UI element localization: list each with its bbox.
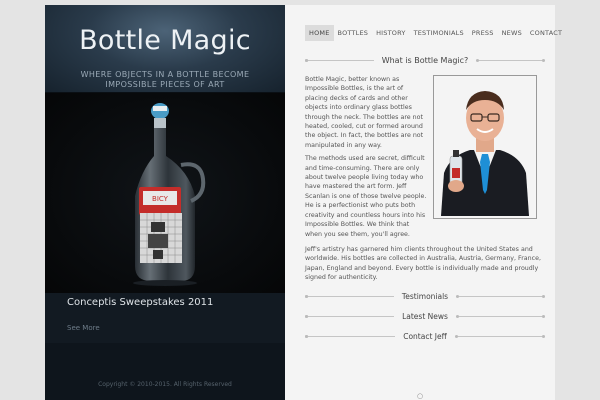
svg-text:BICY: BICY: [152, 195, 169, 203]
contact-title[interactable]: Contact Jeff: [395, 332, 455, 341]
divider: [476, 58, 545, 62]
paragraph-3: Jeff's artistry has garnered him clients…: [305, 245, 541, 282]
paragraph-1: Bottle Magic, better known as Impossible…: [305, 76, 424, 149]
bottle-image: BICY: [123, 101, 213, 286]
latest-news-toggle[interactable]: Latest News: [305, 311, 546, 323]
latest-news-title[interactable]: Latest News: [394, 312, 456, 321]
testimonials-title[interactable]: Testimonials: [394, 292, 456, 301]
site-header: Bottle Magic Where objects in a bottle b…: [45, 5, 285, 93]
divider: [305, 295, 394, 299]
nav-history[interactable]: HISTORY: [372, 25, 410, 41]
testimonials-toggle[interactable]: Testimonials: [305, 291, 546, 303]
nav-bottles[interactable]: BOTTLES: [334, 25, 373, 41]
divider: [305, 58, 374, 62]
page-frame: Bottle Magic Where objects in a bottle b…: [45, 5, 562, 400]
contact-toggle[interactable]: Contact Jeff: [305, 331, 546, 343]
left-panel: Bottle Magic Where objects in a bottle b…: [45, 5, 285, 400]
site-tagline: Where objects in a bottle become impossi…: [80, 70, 250, 89]
slide-caption: Conceptis Sweepstakes 2011 See More: [45, 293, 285, 343]
scroll-indicator-icon[interactable]: ○: [417, 392, 423, 400]
divider: [455, 315, 546, 319]
divider: [305, 335, 396, 339]
site-title[interactable]: Bottle Magic: [45, 5, 285, 56]
divider: [305, 315, 395, 319]
intro-text: Bottle Magic, better known as Impossible…: [305, 75, 427, 239]
slide-title[interactable]: Conceptis Sweepstakes 2011: [67, 297, 285, 308]
slideshow-image[interactable]: BICY: [45, 93, 285, 293]
nav-home[interactable]: HOME: [305, 25, 334, 41]
see-more-link[interactable]: See More: [67, 324, 100, 332]
section-title: What is Bottle Magic?: [381, 55, 469, 65]
intro-block: Bottle Magic, better known as Impossible…: [305, 75, 545, 239]
copyright: Copyright © 2010-2015. All Rights Reserv…: [98, 381, 232, 388]
nav-contact[interactable]: CONTACT: [526, 25, 566, 41]
divider: [454, 335, 546, 339]
nav-news[interactable]: NEWS: [498, 25, 526, 41]
section-header: What is Bottle Magic?: [305, 55, 545, 65]
main-nav: HOME BOTTLES HISTORY TESTIMONIALS PRESS …: [305, 25, 562, 41]
portrait-photo: [433, 75, 537, 219]
paragraph-2: The methods used are secret, difficult a…: [305, 155, 427, 238]
left-lower-area: [45, 343, 285, 400]
divider: [456, 295, 546, 299]
nav-press[interactable]: PRESS: [468, 25, 498, 41]
main-content: HOME BOTTLES HISTORY TESTIMONIALS PRESS …: [285, 5, 562, 400]
nav-testimonials[interactable]: TESTIMONIALS: [410, 25, 468, 41]
